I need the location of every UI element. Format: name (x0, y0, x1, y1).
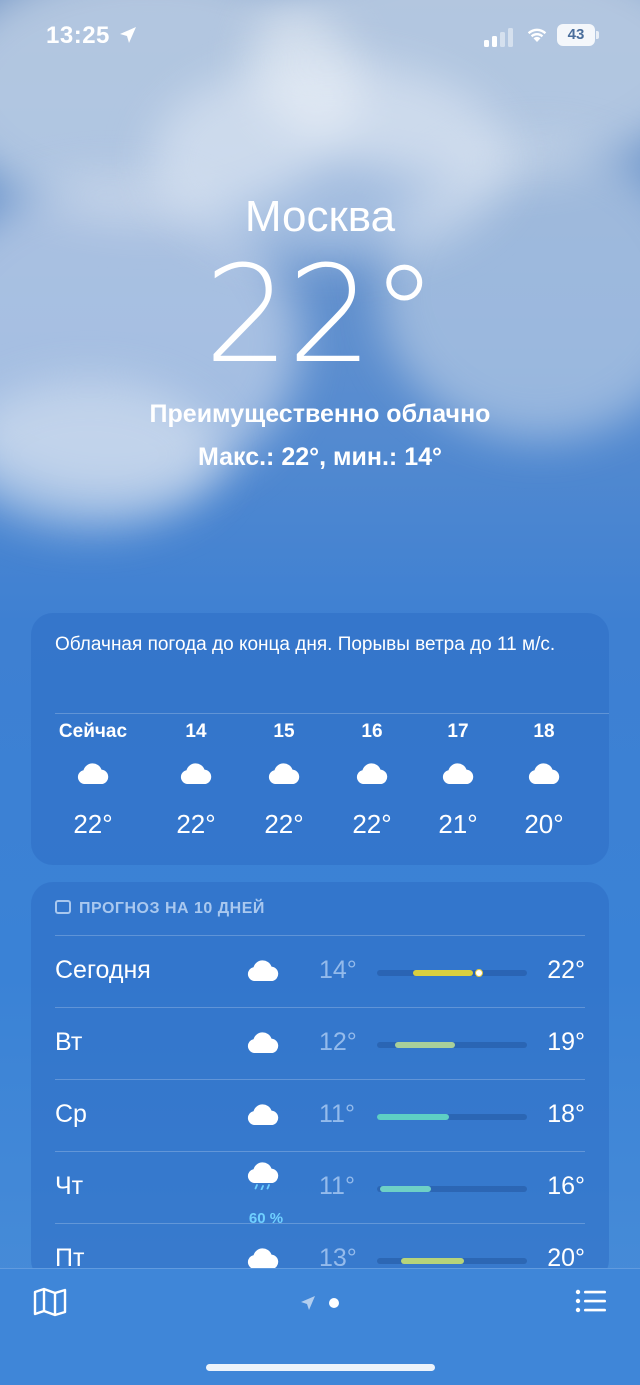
day-name: Вт (55, 1028, 83, 1056)
battery-tip (596, 31, 599, 39)
temperature-range-bar (377, 1258, 527, 1264)
weather-condition: Преимущественно облачно (149, 400, 491, 428)
divider (55, 713, 609, 714)
cellular-signal-icon (484, 27, 516, 47)
ten-day-header: ПРОГНОЗ НА 10 ДНЕЙ (55, 900, 265, 918)
day-name: Чт (55, 1172, 84, 1200)
hourly-item: 15 22° (239, 721, 329, 840)
hour-label: 16 (361, 721, 383, 742)
temperature-range-bar (377, 1186, 527, 1192)
map-icon[interactable] (33, 1287, 67, 1317)
hourly-item: 18 20° (499, 721, 589, 840)
hour-temperature: 22° (176, 809, 216, 839)
cloud-rain-icon (247, 1162, 279, 1191)
cloud-icon (247, 960, 279, 981)
current-location-page-icon[interactable] (300, 1295, 316, 1311)
current-temperature-dot (475, 969, 483, 977)
hour-label: 14 (185, 721, 207, 742)
hourly-item: 17 21° (413, 721, 503, 840)
day-low-temperature: 11° (319, 1100, 355, 1128)
location-arrow-icon (120, 27, 136, 43)
day-high-temperature: 19° (547, 1028, 585, 1056)
hour-temperature: 22° (352, 809, 392, 839)
temperature-range-bar (377, 1114, 527, 1120)
forecast-summary: Облачная погода до конца дня. Порывы вет… (55, 634, 556, 655)
day-high-temperature: 22° (547, 956, 585, 984)
hourly-forecast-card[interactable]: Облачная погода до конца дня. Порывы вет… (31, 613, 609, 865)
day-low-temperature: 14° (319, 956, 357, 984)
city-name: Москва (244, 192, 396, 241)
ten-day-header-label: ПРОГНОЗ НА 10 ДНЕЙ (79, 900, 265, 917)
day-low-temperature: 11° (319, 1172, 355, 1200)
calendar-icon (55, 900, 71, 914)
cloud-icon (442, 763, 474, 784)
wifi-icon (527, 28, 547, 42)
day-name: Ср (55, 1100, 87, 1128)
cloud-icon (528, 763, 560, 784)
temperature-range-fill (380, 1186, 431, 1192)
hourly-item: 14 22° (151, 721, 241, 840)
day-high-temperature: 16° (547, 1172, 585, 1200)
hour-label: 15 (273, 721, 295, 742)
day-name: Сегодня (55, 956, 151, 984)
hour-label: Сейчас (58, 721, 128, 742)
status-time: 13:25 (46, 22, 110, 49)
home-indicator[interactable] (206, 1364, 435, 1371)
hourly-item: Сейчас 22° (48, 721, 138, 840)
cloud-icon (356, 763, 388, 784)
ten-day-forecast-card[interactable]: ПРОГНОЗ НА 10 ДНЕЙ Сегодня 14° 22° Вт 12° 19°… (31, 882, 609, 1282)
temperature-range-fill (413, 970, 473, 976)
high-low-temperature: Макс.: 22°, мин.: 14° (197, 443, 443, 471)
day-row[interactable]: Сегодня 14° 22° (55, 935, 585, 1007)
cloud-icon (247, 1032, 279, 1053)
battery-indicator: 43 (557, 24, 595, 46)
temperature-range-bar (377, 969, 527, 977)
hour-temperature: 22° (264, 809, 304, 839)
list-icon[interactable] (575, 1289, 607, 1313)
hour-temperature: 20° (524, 809, 564, 839)
hour-temperature: 22° (73, 809, 113, 839)
day-row[interactable]: Чт 60 % 11° 16° (55, 1151, 585, 1227)
page-indicator-dot[interactable] (329, 1298, 339, 1308)
hour-label: 17 (447, 721, 469, 742)
temperature-range-fill (401, 1258, 464, 1264)
cloud-icon (77, 763, 109, 784)
hourly-item: 16 22° (327, 721, 417, 840)
day-row[interactable]: Ср 11° 18° (55, 1079, 585, 1151)
cloud-icon (268, 763, 300, 784)
cloud-icon (180, 763, 212, 784)
day-row[interactable]: Вт 12° 19° (55, 1007, 585, 1079)
status-bar: 13:25 43 (0, 0, 640, 70)
hour-label: 18 (533, 721, 555, 742)
hour-temperature: 21° (438, 809, 478, 839)
day-high-temperature: 18° (547, 1100, 585, 1128)
current-temperature: 22° (204, 237, 438, 393)
temperature-range-bar (377, 1042, 527, 1048)
temperature-range-fill (377, 1114, 449, 1120)
temperature-range-fill (395, 1042, 455, 1048)
cloud-icon (247, 1104, 279, 1125)
day-low-temperature: 12° (319, 1028, 357, 1056)
